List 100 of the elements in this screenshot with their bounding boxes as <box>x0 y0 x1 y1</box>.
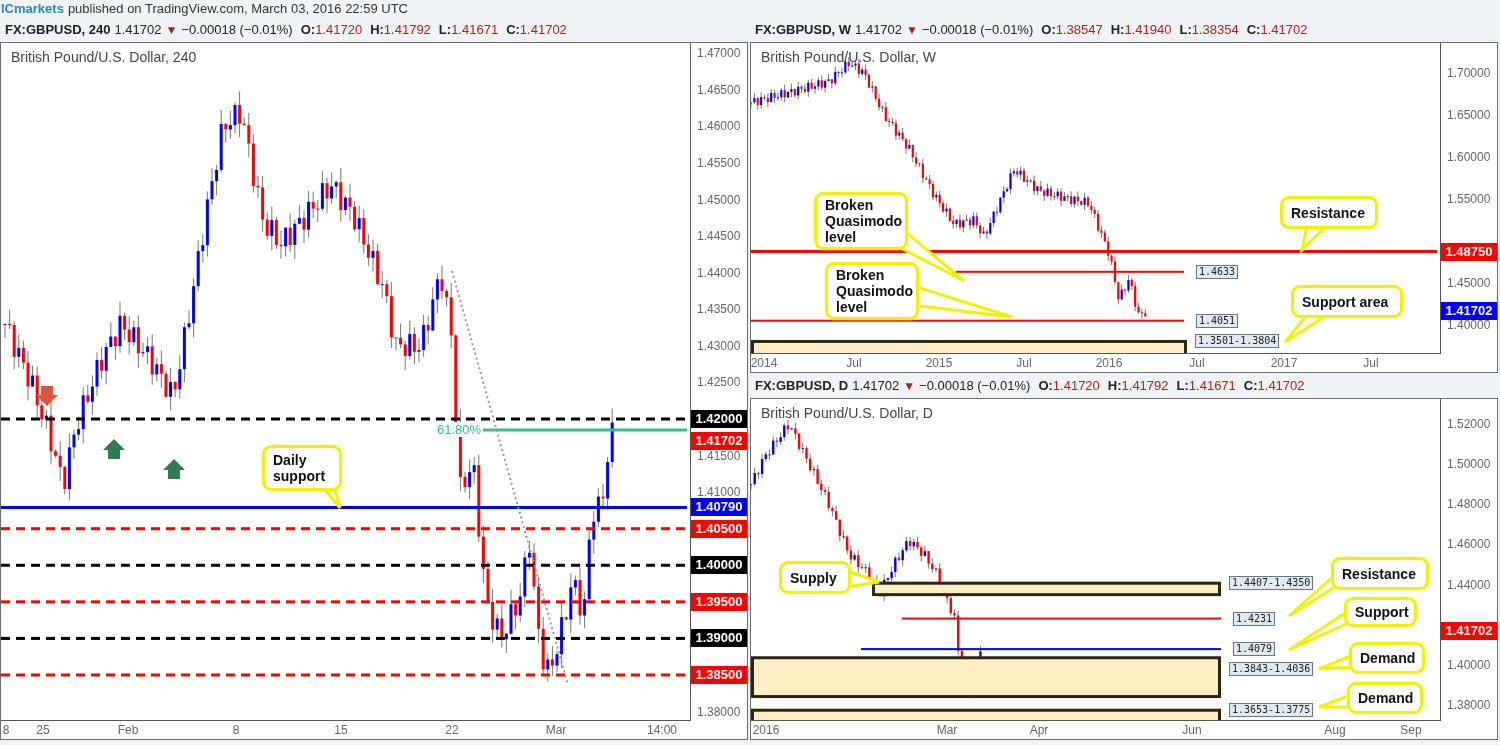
price-tick: 1.46000 <box>697 119 741 134</box>
callout: Broken Quasimodo level <box>825 262 919 320</box>
ohlc-value: 1.41671 <box>451 22 499 37</box>
price-tag: 1.40000 <box>691 556 747 575</box>
ohlc-value: 1.41671 <box>1188 378 1236 393</box>
last-price: 1.41702 <box>855 22 903 37</box>
time-tick: 25 <box>36 723 50 737</box>
ohlc-value: 1.41940 <box>1124 22 1172 37</box>
time-tick: Aug <box>1324 723 1346 737</box>
price-tick: 1.70000 <box>1447 66 1491 80</box>
price-note: 1.3501-1.3804 <box>1195 334 1280 349</box>
price-tick: 1.52000 <box>1447 416 1491 431</box>
time-tick: Jul <box>846 356 862 370</box>
price-change: −0.00018 (−0.01%) <box>181 22 293 37</box>
price-note: 1.4633 <box>1196 264 1239 279</box>
price-note: 1.4079 <box>1233 642 1276 657</box>
ohlc-value: 1.41720 <box>315 22 363 37</box>
ohlc-key: C: <box>1246 22 1261 37</box>
price-tick: 1.42500 <box>697 375 741 390</box>
price-tick: 1.46000 <box>1447 537 1491 552</box>
price-tag: 1.41702 <box>1441 621 1497 640</box>
price-tick: 1.46500 <box>697 82 741 97</box>
time-tick: Sep <box>1400 723 1422 737</box>
time-tick: Mar <box>936 723 958 737</box>
price-tick: 1.55000 <box>1447 192 1491 206</box>
price-tick: 1.38000 <box>1447 698 1491 713</box>
time-tick: Jul <box>1016 356 1032 370</box>
ohlc-value: 1.41702 <box>1260 22 1308 37</box>
price-tick: 1.50000 <box>1447 457 1491 471</box>
time-tick: 14:00 <box>647 723 677 737</box>
up-arrow-icon <box>103 439 125 459</box>
change-arrow: ▼ <box>165 22 178 37</box>
ohlc-value: 1.41702 <box>1257 378 1305 393</box>
time-tick: Apr <box>1029 723 1049 737</box>
price-note: 1.4407-1.4350 <box>1229 576 1314 591</box>
time-tick: 22 <box>445 723 459 737</box>
ohlc-value: 1.41792 <box>1121 378 1169 393</box>
price-tick: 1.43500 <box>697 302 741 317</box>
ohlc-key: C: <box>506 22 520 37</box>
fib-label: 61.80% <box>435 422 484 437</box>
price-tick: 1.44000 <box>1447 577 1491 592</box>
ohlc-key: L: <box>438 22 452 37</box>
price-tag: 1.38500 <box>691 666 747 684</box>
price-tag: 1.42000 <box>691 410 747 428</box>
change-arrow: ▼ <box>906 22 918 37</box>
ohlc-key: C: <box>1243 378 1258 393</box>
ohlc-value: 1.38354 <box>1191 22 1239 37</box>
price-tag: 1.41702 <box>691 431 747 450</box>
time-tick: 2017 <box>1270 356 1298 370</box>
ohlc-value: 1.41792 <box>383 22 431 37</box>
price-tick: 1.40000 <box>1447 658 1491 672</box>
price-tag: 1.48750 <box>1441 242 1497 261</box>
time-tick: Feb <box>117 723 139 737</box>
ohlc-key: L: <box>1179 22 1192 37</box>
time-tick: 8 <box>232 723 240 737</box>
chart-title: British Pound/U.S. Dollar, D <box>761 405 933 421</box>
last-price: 1.41702 <box>114 22 162 37</box>
price-tick: 1.41000 <box>697 485 741 500</box>
ohlc-value: 1.38547 <box>1055 22 1103 37</box>
change-arrow: ▼ <box>903 378 916 393</box>
price-tick: 1.40000 <box>1447 318 1491 332</box>
price-tick: 1.45000 <box>1447 276 1491 290</box>
time-tick: 8 <box>2 723 10 737</box>
symbol-label: FX:GBPUSD, W <box>755 22 852 37</box>
price-tag: 1.39500 <box>691 592 747 611</box>
ohlc-value: 1.41720 <box>1052 378 1100 393</box>
price-tick: 1.48000 <box>1447 497 1491 512</box>
callout: Broken Quasimodo level <box>814 192 908 250</box>
price-tag: 1.40790 <box>691 498 747 517</box>
price-tick: 1.43000 <box>697 338 741 353</box>
callout: Resistance <box>1331 557 1429 590</box>
time-tick: 2016 <box>1095 356 1123 370</box>
time-tick: 2014 <box>751 356 778 370</box>
up-arrow-icon <box>163 459 185 479</box>
time-tick: Jul <box>1363 356 1379 370</box>
price-note: 1.3653-1.3775 <box>1229 703 1314 718</box>
ohlc-key: L: <box>1176 378 1189 393</box>
chart-title: British Pound/U.S. Dollar, 240 <box>11 49 197 65</box>
price-tag: 1.41702 <box>1441 301 1497 320</box>
price-change: −0.00018 (−0.01%) <box>919 378 1031 393</box>
symbol-label: FX:GBPUSD, 240 <box>5 22 111 37</box>
time-tick: 2016 <box>752 723 780 737</box>
price-tick: 1.45000 <box>697 192 741 207</box>
price-change: −0.00018 (−0.01%) <box>921 22 1034 37</box>
ohlc-key: O: <box>1038 378 1053 393</box>
down-arrow-icon <box>36 386 58 406</box>
time-tick: Jun <box>1182 723 1202 737</box>
price-tag: 1.39000 <box>691 629 747 648</box>
price-tick: 1.44500 <box>697 229 741 244</box>
ohlc-key: O: <box>1041 22 1056 37</box>
price-tick: 1.45500 <box>697 156 741 170</box>
time-tick: Mar <box>545 723 567 737</box>
author-link[interactable]: ICmarkets <box>1 1 64 16</box>
price-tick: 1.47000 <box>697 46 741 61</box>
time-tick: 15 <box>334 723 348 737</box>
price-note: 1.4231 <box>1233 611 1276 626</box>
price-tick: 1.60000 <box>1447 150 1491 164</box>
price-tick: 1.44000 <box>697 265 741 280</box>
ohlc-value: 1.41702 <box>519 22 567 37</box>
callout: Support <box>1344 597 1417 627</box>
